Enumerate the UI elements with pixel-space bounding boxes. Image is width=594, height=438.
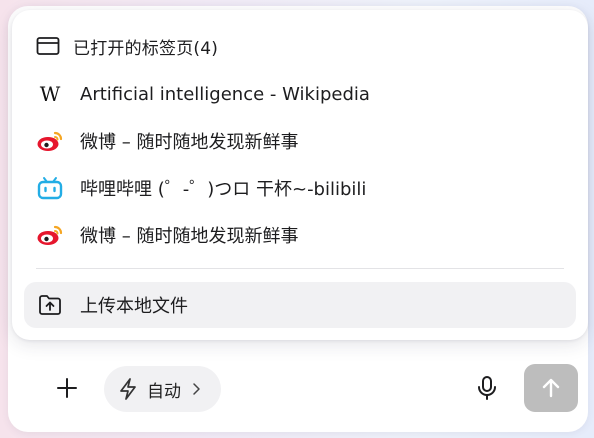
browser-tab-icon <box>36 37 60 55</box>
tab-label: Artificial intelligence - Wikipedia <box>80 83 370 105</box>
wikipedia-icon: W <box>36 82 64 106</box>
tab-item-weibo-1[interactable]: 微博 – 随时随地发现新鲜事 <box>24 118 576 164</box>
upload-label: 上传本地文件 <box>80 296 188 317</box>
plus-icon <box>57 378 77 398</box>
composer-toolbar: 自动 <box>36 364 578 414</box>
tab-item-wikipedia[interactable]: W Artificial intelligence - Wikipedia <box>24 71 576 117</box>
chevron-right-icon <box>193 383 200 395</box>
tab-item-bilibili[interactable]: 哔哩哔哩 (゜-゜)つロ 干杯~-bilibili <box>24 165 576 211</box>
upload-file-icon <box>36 293 64 317</box>
lightning-icon <box>120 378 136 400</box>
tab-item-weibo-2[interactable]: 微博 – 随时随地发现新鲜事 <box>24 212 576 258</box>
open-tabs-label: 已打开的标签页(4) <box>73 38 219 59</box>
weibo-icon <box>36 223 64 247</box>
arrow-up-icon <box>542 378 560 398</box>
menu-divider <box>36 268 564 269</box>
send-button[interactable] <box>524 364 578 412</box>
wikipedia-letter: W <box>39 82 61 106</box>
open-tabs-header: 已打开的标签页(4) <box>36 32 218 60</box>
upload-local-file-button[interactable]: 上传本地文件 <box>24 282 576 328</box>
mode-selector-button[interactable]: 自动 <box>104 366 221 412</box>
voice-input-button[interactable] <box>470 371 504 405</box>
bilibili-icon <box>36 176 64 200</box>
weibo-icon <box>36 129 64 153</box>
mode-label: 自动 <box>147 381 181 402</box>
tab-label: 哔哩哔哩 (゜-゜)つロ 干杯~-bilibili <box>80 179 367 200</box>
microphone-icon <box>478 376 496 400</box>
tab-label: 微博 – 随时随地发现新鲜事 <box>80 132 299 153</box>
add-attachment-button[interactable] <box>50 371 84 405</box>
tab-label: 微博 – 随时随地发现新鲜事 <box>80 226 299 247</box>
attach-menu-popup: 已打开的标签页(4) W Artificial intelligence - W… <box>12 10 588 340</box>
